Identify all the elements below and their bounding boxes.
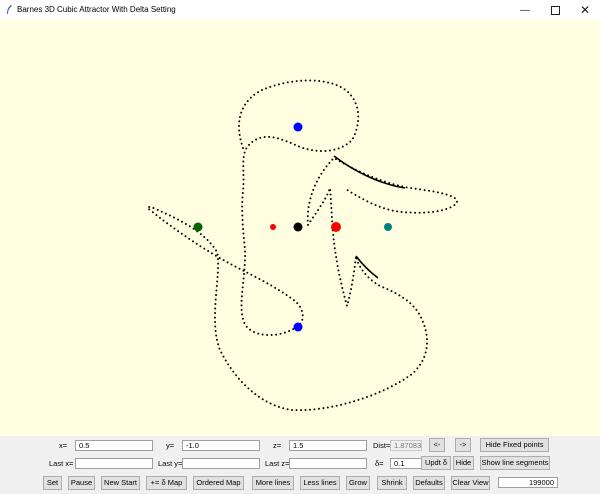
window-title: Barnes 3D Cubic Attractor With Delta Set… <box>17 5 176 14</box>
maximize-button[interactable] <box>540 0 570 20</box>
ordered-map-button[interactable]: Ordered Map <box>193 476 244 490</box>
last-x-label: Last x= <box>49 459 74 468</box>
hide-button[interactable]: Hide <box>453 456 474 470</box>
fixed-point-red-large <box>331 222 341 232</box>
attractor-plot <box>146 79 458 412</box>
last-z-input[interactable] <box>289 458 367 469</box>
more-lines-button[interactable]: More lines <box>252 476 294 490</box>
minimize-icon: — <box>520 4 530 16</box>
less-lines-button[interactable]: Less lines <box>300 476 340 490</box>
control-panel: x= 0.5 y= -1.0 z= 1.5 Dist= 1.87083 <- -… <box>0 436 600 494</box>
prev-button[interactable]: <- <box>429 438 445 452</box>
pause-button[interactable]: Pause <box>68 476 95 490</box>
defaults-button[interactable]: Defaults <box>413 476 445 490</box>
close-button[interactable]: ✕ <box>570 0 600 20</box>
last-z-label: Last z= <box>265 459 290 468</box>
last-y-input[interactable] <box>182 458 260 469</box>
new-start-button[interactable]: New Start <box>101 476 140 490</box>
x-input[interactable]: 0.5 <box>75 440 153 451</box>
set-button[interactable]: Set <box>43 476 62 490</box>
title-bar: Barnes 3D Cubic Attractor With Delta Set… <box>0 0 600 20</box>
dist-label: Dist= <box>373 441 391 450</box>
y-input[interactable]: -1.0 <box>182 440 260 451</box>
grow-button[interactable]: Grow <box>346 476 370 490</box>
next-button[interactable]: -> <box>455 438 471 452</box>
attractor-canvas[interactable] <box>0 20 600 436</box>
iteration-count: 199000 <box>498 477 558 488</box>
show-line-segments-button[interactable]: Show line segments <box>480 456 550 470</box>
fixed-point-blue-top <box>293 122 303 132</box>
trajectory-dense-segment <box>333 155 406 189</box>
fixed-point-teal <box>384 223 392 231</box>
minimize-button[interactable]: — <box>510 0 540 20</box>
attractor-trajectory <box>146 79 458 412</box>
delta-label: δ= <box>375 459 384 468</box>
fixed-point-red-small <box>270 224 276 230</box>
shrink-button[interactable]: Shrink <box>377 476 407 490</box>
fixed-point-blue-bottom <box>293 322 303 332</box>
last-x-input[interactable] <box>75 458 153 469</box>
feather-icon <box>7 5 12 14</box>
maximize-icon <box>550 5 560 15</box>
fixed-point-green <box>193 222 203 232</box>
delta-map-button[interactable]: += δ Map <box>146 476 187 490</box>
hide-fixed-points-button[interactable]: Hide Fixed points <box>480 438 549 452</box>
z-label: z= <box>273 441 282 450</box>
x-label: x= <box>59 441 68 450</box>
last-y-label: Last y= <box>158 459 183 468</box>
z-input[interactable]: 1.5 <box>289 440 367 451</box>
delta-input[interactable]: 0.1 <box>390 458 422 469</box>
clear-view-button[interactable]: Clear View <box>451 476 490 490</box>
fixed-point-black <box>293 222 303 232</box>
dist-readout: 1.87083 <box>390 440 422 451</box>
update-delta-button[interactable]: Updt δ <box>421 456 451 470</box>
close-icon: ✕ <box>579 3 591 17</box>
y-label: y= <box>166 441 175 450</box>
